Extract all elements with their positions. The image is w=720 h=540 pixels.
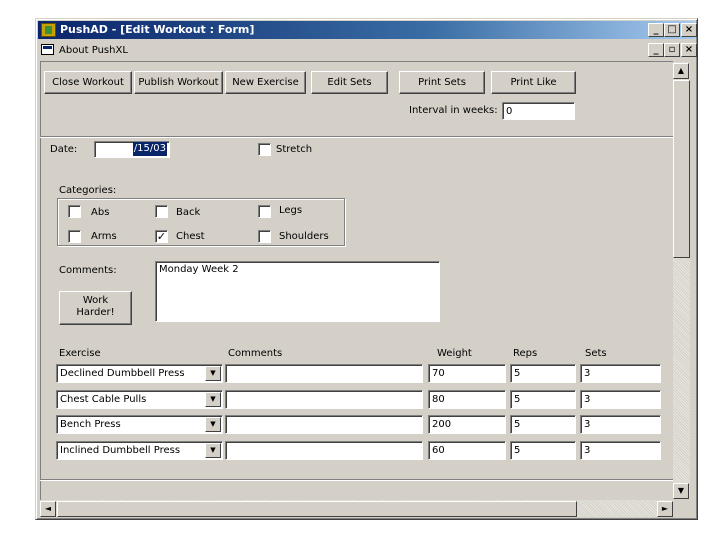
date-value: /15/03 — [132, 142, 167, 156]
chevron-down-icon[interactable]: ▼ — [205, 392, 221, 407]
row-comments-input[interactable] — [225, 390, 423, 409]
scroll-down-icon[interactable]: ▼ — [673, 483, 689, 499]
child-close-icon[interactable]: × — [681, 43, 697, 57]
scroll-right-icon[interactable]: ► — [657, 501, 673, 517]
close-icon[interactable]: × — [681, 23, 697, 37]
new-exercise-button[interactable]: New Exercise — [225, 71, 306, 94]
footer-separator — [40, 479, 673, 481]
header-comments: Comments — [228, 348, 283, 359]
child-restore-icon[interactable]: ▫ — [664, 43, 680, 57]
row-comments-input[interactable] — [225, 441, 423, 460]
publish-workout-button[interactable]: Publish Workout — [134, 71, 223, 94]
weight-input[interactable]: 60 — [428, 441, 506, 460]
close-workout-button[interactable]: Close Workout — [44, 71, 132, 94]
header-sets: Sets — [585, 348, 607, 359]
reps-input[interactable]: 5 — [510, 415, 576, 434]
date-label: Date: — [50, 144, 78, 155]
row-comments-input[interactable] — [225, 415, 423, 434]
chevron-down-icon[interactable]: ▼ — [205, 417, 221, 432]
horizontal-scroll-thumb[interactable] — [57, 501, 577, 517]
reps-input[interactable]: 5 — [510, 441, 576, 460]
exercise-select[interactable]: Declined Dumbbell Press — [56, 364, 223, 383]
child-minimize-icon[interactable]: _ — [648, 43, 664, 57]
category-shoulders-label: Shoulders — [279, 231, 329, 242]
category-abs-label: Abs — [91, 207, 110, 218]
menu-about[interactable]: About PushXL — [59, 45, 128, 56]
category-chest-checkbox[interactable]: ✓ — [155, 230, 168, 243]
category-arms-label: Arms — [91, 231, 117, 242]
date-input[interactable]: /15/03 — [94, 141, 170, 158]
exercise-select[interactable]: Chest Cable Pulls — [56, 390, 223, 409]
window-title: PushAD - [Edit Workout : Form] — [60, 23, 255, 36]
header-exercise: Exercise — [59, 348, 101, 359]
sets-input[interactable]: 3 — [580, 390, 661, 409]
print-like-button[interactable]: Print Like — [491, 71, 576, 94]
header-reps: Reps — [513, 348, 538, 359]
weight-input[interactable]: 70 — [428, 364, 506, 383]
interval-label: Interval in weeks: — [409, 105, 498, 116]
stretch-label: Stretch — [276, 144, 313, 155]
scroll-left-icon[interactable]: ◄ — [40, 501, 56, 517]
reps-input[interactable]: 5 — [510, 390, 576, 409]
sets-input[interactable]: 3 — [580, 415, 661, 434]
category-abs-checkbox[interactable] — [68, 205, 81, 218]
menu-bar — [38, 41, 695, 60]
interval-input[interactable]: 0 — [502, 102, 575, 120]
row-comments-input[interactable] — [225, 364, 423, 383]
reps-input[interactable]: 5 — [510, 364, 576, 383]
scroll-up-icon[interactable]: ▲ — [673, 63, 689, 79]
chevron-down-icon[interactable]: ▼ — [205, 443, 221, 458]
exercise-select[interactable]: Inclined Dumbbell Press — [56, 441, 223, 460]
minimize-icon[interactable]: _ — [648, 23, 664, 37]
category-legs-label: Legs — [279, 205, 303, 216]
comments-label: Comments: — [59, 265, 117, 276]
work-harder-line1: Work — [82, 295, 109, 306]
work-harder-line2: Harder! — [76, 307, 115, 318]
category-back-label: Back — [176, 207, 201, 218]
category-chest-label: Chest — [176, 231, 205, 242]
sets-input[interactable]: 3 — [580, 364, 661, 383]
chevron-down-icon[interactable]: ▼ — [205, 366, 221, 381]
print-sets-button[interactable]: Print Sets — [399, 71, 485, 94]
category-shoulders-checkbox[interactable] — [258, 230, 271, 243]
size-grip[interactable] — [673, 500, 690, 517]
exercise-select[interactable]: Bench Press — [56, 415, 223, 434]
header-separator — [40, 136, 673, 138]
comments-textarea[interactable]: Monday Week 2 — [155, 261, 440, 322]
maximize-icon[interactable]: □ — [664, 23, 680, 37]
vertical-scroll-thumb[interactable] — [673, 80, 690, 258]
category-legs-checkbox[interactable] — [258, 205, 271, 218]
category-back-checkbox[interactable] — [155, 205, 168, 218]
app-icon[interactable] — [41, 23, 56, 37]
form-document-icon[interactable] — [41, 44, 54, 55]
categories-label: Categories: — [59, 185, 117, 196]
sets-input[interactable]: 3 — [580, 441, 661, 460]
category-arms-checkbox[interactable] — [68, 230, 81, 243]
edit-sets-button[interactable]: Edit Sets — [311, 71, 388, 94]
weight-input[interactable]: 200 — [428, 415, 506, 434]
header-weight: Weight — [437, 348, 472, 359]
work-harder-button[interactable]: Work Harder! — [59, 291, 132, 325]
stretch-checkbox[interactable] — [258, 143, 271, 156]
comments-text: Monday Week 2 — [159, 264, 239, 275]
weight-input[interactable]: 80 — [428, 390, 506, 409]
